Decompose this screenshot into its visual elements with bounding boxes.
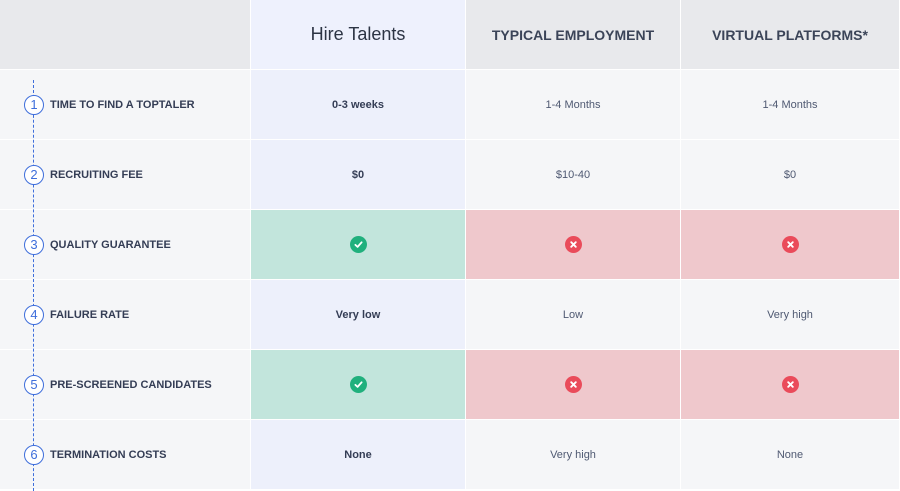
row-label-text: QUALITY GUARANTEE — [50, 238, 171, 251]
cell-virtual-quality — [681, 210, 900, 280]
step-number: 1 — [24, 94, 44, 115]
cell-ours-fee: $0 — [251, 140, 466, 210]
row-label-quality-guarantee: 3 QUALITY GUARANTEE — [0, 210, 251, 280]
row-label-text: TERMINATION COSTS — [50, 448, 167, 461]
header-typical-employment: TYPICAL EMPLOYMENT — [466, 0, 681, 70]
row-label-recruiting-fee: 2 RECRUITING FEE — [0, 140, 251, 210]
step-number: 4 — [24, 304, 44, 325]
cell-ours-failure: Very low — [251, 280, 466, 350]
header-hire-talents: Hire Talents — [251, 0, 466, 70]
cell-typical-fee: $10-40 — [466, 140, 681, 210]
step-number: 2 — [24, 164, 44, 185]
check-icon — [349, 236, 367, 253]
row-label-failure-rate: 4 FAILURE RATE — [0, 280, 251, 350]
cell-typical-termination: Very high — [466, 420, 681, 490]
row-label-text: TIME TO FIND A TOPTALER — [50, 98, 195, 111]
row-label-text: RECRUITING FEE — [50, 168, 143, 181]
step-number: 3 — [24, 234, 44, 255]
header-empty-cell — [0, 0, 251, 70]
step-number: 6 — [24, 444, 44, 465]
cell-ours-prescreened — [251, 350, 466, 420]
header-virtual-platforms: VIRTUAL PLATFORMS* — [681, 0, 900, 70]
cell-ours-time: 0-3 weeks — [251, 70, 466, 140]
row-label-text: PRE-SCREENED CANDIDATES — [50, 378, 212, 391]
cell-virtual-prescreened — [681, 350, 900, 420]
cell-typical-prescreened — [466, 350, 681, 420]
cell-typical-time: 1-4 Months — [466, 70, 681, 140]
step-number: 5 — [24, 374, 44, 395]
cell-ours-quality — [251, 210, 466, 280]
cross-icon — [781, 376, 799, 393]
cross-icon — [781, 236, 799, 253]
timeline-dashed-line — [33, 80, 34, 491]
cell-ours-termination: None — [251, 420, 466, 490]
comparison-table: Hire Talents TYPICAL EMPLOYMENT VIRTUAL … — [0, 0, 900, 491]
cell-virtual-termination: None — [681, 420, 900, 490]
check-icon — [349, 376, 367, 393]
cross-icon — [564, 236, 582, 253]
row-label-time-to-find: 1 TIME TO FIND A TOPTALER — [0, 70, 251, 140]
cell-virtual-fee: $0 — [681, 140, 900, 210]
cell-typical-failure: Low — [466, 280, 681, 350]
cross-icon — [564, 376, 582, 393]
cell-virtual-time: 1-4 Months — [681, 70, 900, 140]
row-label-pre-screened: 5 PRE-SCREENED CANDIDATES — [0, 350, 251, 420]
cell-virtual-failure: Very high — [681, 280, 900, 350]
cell-typical-quality — [466, 210, 681, 280]
row-label-text: FAILURE RATE — [50, 308, 130, 321]
row-label-termination-costs: 6 TERMINATION COSTS — [0, 420, 251, 490]
